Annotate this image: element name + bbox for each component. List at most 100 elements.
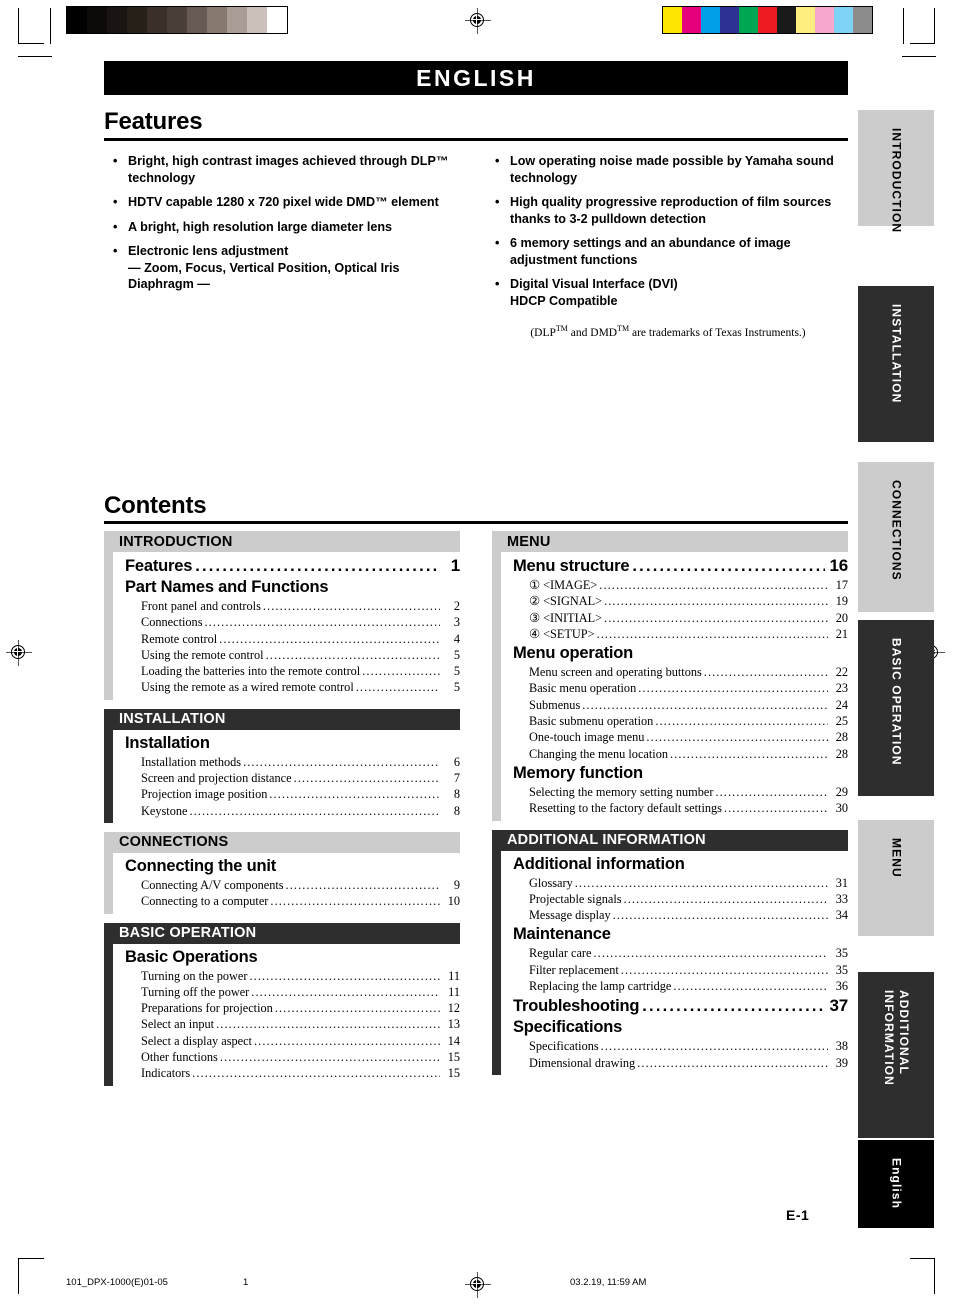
toc-entry[interactable]: ④ <SETUP>...............................…: [513, 626, 848, 642]
toc-entry[interactable]: Basic menu operation....................…: [513, 680, 848, 696]
toc-entry[interactable]: Resetting to the factory default setting…: [513, 800, 848, 816]
toc-leader-dots: ........................................…: [269, 787, 440, 802]
contents-column-right: MENU Menu structure......................…: [492, 531, 848, 1084]
toc-entry-heading[interactable]: Part Names and Functions: [125, 578, 460, 597]
toc-entry[interactable]: Installation methods....................…: [125, 754, 460, 770]
toc-entry-label: Changing the menu location: [529, 746, 668, 761]
footer-page-number: 1: [243, 1277, 249, 1288]
thumb-tab-label: MENU: [889, 838, 904, 878]
toc-entry-heading[interactable]: Additional information: [513, 855, 848, 874]
toc-entry-heading[interactable]: Specifications: [513, 1018, 848, 1037]
toc-entry[interactable]: Remote control..........................…: [125, 631, 460, 647]
toc-entry-label: Loading the batteries into the remote co…: [141, 664, 361, 679]
toc-entry[interactable]: Select a display aspect.................…: [125, 1033, 460, 1049]
toc-entry[interactable]: Menu screen and operating buttons.......…: [513, 664, 848, 680]
toc-leader-dots: ........................................…: [265, 647, 440, 662]
thumb-tab[interactable]: BASIC OPERATION: [858, 620, 934, 796]
toc-entry-heading[interactable]: Features................................…: [125, 556, 460, 576]
toc-group: INTRODUCTION Features....................…: [104, 531, 460, 700]
toc-group-header[interactable]: ADDITIONAL INFORMATION: [492, 829, 848, 851]
toc-entry[interactable]: ③ <INITIAL>.............................…: [513, 610, 848, 626]
toc-group: INSTALLATION Installation Installation met…: [104, 708, 460, 823]
toc-entry[interactable]: Connections.............................…: [125, 614, 460, 630]
toc-entry-heading[interactable]: Menu operation: [513, 644, 848, 663]
toc-group-header[interactable]: MENU: [492, 531, 848, 552]
toc-entry-heading[interactable]: Maintenance: [513, 925, 848, 944]
toc-entry-heading[interactable]: Connecting the unit: [125, 857, 460, 876]
thumb-tab[interactable]: CONNECTIONS: [858, 462, 934, 612]
toc-entry-label: Submenus: [529, 697, 581, 712]
toc-entry[interactable]: Replacing the lamp cartridge............…: [513, 978, 848, 994]
toc-group-header[interactable]: INTRODUCTION: [104, 531, 460, 552]
toc-entry[interactable]: Loading the batteries into the remote co…: [125, 663, 460, 679]
toc-entry-page: 11: [448, 984, 460, 999]
toc-entry[interactable]: Regular care............................…: [513, 945, 848, 961]
bullet-icon: •: [113, 219, 118, 234]
toc-entry[interactable]: One-touch image menu....................…: [513, 729, 848, 745]
toc-entry-heading[interactable]: Installation: [125, 734, 460, 753]
toc-entry-page: 14: [447, 1033, 460, 1048]
toc-entry[interactable]: Message display.........................…: [513, 907, 848, 923]
toc-entry[interactable]: Front panel and controls................…: [125, 598, 460, 614]
toc-entry-page: 15: [447, 1050, 460, 1065]
toc-group-header[interactable]: INSTALLATION: [104, 708, 460, 730]
toc-entry[interactable]: Indicators..............................…: [125, 1065, 460, 1081]
toc-entry[interactable]: Keystone................................…: [125, 803, 460, 819]
toc-entry[interactable]: Basic submenu operation.................…: [513, 713, 848, 729]
toc-entry-page: 5: [453, 664, 460, 679]
feature-item-subtext: HDCP Compatible: [510, 293, 618, 308]
thumb-tab-label: INSTALLATION: [889, 304, 904, 404]
toc-entry-page: 15: [447, 1066, 460, 1081]
thumb-tab[interactable]: INSTALLATION: [858, 286, 934, 442]
toc-entry-page: 12: [447, 1001, 460, 1016]
toc-entry[interactable]: Changing the menu location..............…: [513, 746, 848, 762]
toc-entry-label: Keystone: [141, 803, 188, 818]
toc-entry[interactable]: Turning off the power...................…: [125, 984, 460, 1000]
toc-entry[interactable]: Screen and projection distance..........…: [125, 770, 460, 786]
toc-entry-heading[interactable]: Basic Operations: [125, 948, 460, 967]
features-heading: Features: [104, 108, 203, 135]
toc-entry-heading[interactable]: Troubleshooting.........................…: [513, 996, 848, 1016]
toc-entry[interactable]: Other functions.........................…: [125, 1049, 460, 1065]
toc-entry-label: Using the remote control: [141, 647, 264, 662]
toc-entry-page: 39: [835, 1055, 848, 1070]
toc-entry-heading[interactable]: Menu structure..........................…: [513, 556, 848, 576]
toc-entry[interactable]: Turning on the power....................…: [125, 968, 460, 984]
thumb-tab[interactable]: ADDITIONAL INFORMATION: [858, 972, 934, 1138]
toc-entry[interactable]: Preparations for projection.............…: [125, 1000, 460, 1016]
toc-group-header[interactable]: BASIC OPERATION: [104, 922, 460, 944]
toc-entry[interactable]: Using the remote as a wired remote contr…: [125, 679, 460, 695]
toc-entry[interactable]: Select an input.........................…: [125, 1016, 460, 1032]
toc-entry-page: 23: [835, 681, 848, 696]
toc-entry-label: Basic menu operation: [529, 681, 637, 696]
thumb-tab[interactable]: INTRODUCTION: [858, 110, 934, 233]
thumb-tab-label: ADDITIONAL INFORMATION: [882, 990, 911, 1086]
toc-entry[interactable]: Selecting the memory setting number.....…: [513, 784, 848, 800]
toc-entry[interactable]: Glossary................................…: [513, 875, 848, 891]
toc-entry-label: Preparations for projection: [141, 1001, 273, 1016]
toc-leader-dots: ........................................…: [593, 946, 828, 961]
toc-leader-dots: ........................................…: [204, 615, 440, 630]
toc-entry[interactable]: Connecting A/V components...............…: [125, 877, 460, 893]
toc-group: BASIC OPERATION Basic Operations Turning o…: [104, 922, 460, 1086]
toc-entry-page: 35: [835, 946, 848, 961]
thumb-tab[interactable]: English: [858, 1140, 934, 1228]
toc-entry[interactable]: Submenus................................…: [513, 697, 848, 713]
toc-entry[interactable]: Filter replacement......................…: [513, 962, 848, 978]
trademark-note-part: and DMD: [567, 326, 618, 339]
toc-entry-page: 17: [835, 578, 848, 592]
toc-entry[interactable]: Projectable signals.....................…: [513, 891, 848, 907]
toc-group-header[interactable]: CONNECTIONS: [104, 831, 460, 853]
toc-entry[interactable]: Connecting to a computer................…: [125, 893, 460, 909]
toc-entry[interactable]: Dimensional drawing.....................…: [513, 1055, 848, 1071]
toc-entry-label: Projection image position: [141, 787, 268, 802]
toc-entry[interactable]: ② <SIGNAL>..............................…: [513, 593, 848, 609]
toc-entry[interactable]: ① <IMAGE>...............................…: [513, 577, 848, 593]
thumb-tab[interactable]: MENU: [858, 820, 934, 936]
toc-entry[interactable]: Projection image position...............…: [125, 786, 460, 802]
toc-entry[interactable]: Using the remote control................…: [125, 647, 460, 663]
toc-leader-dots: ........................................…: [249, 968, 440, 983]
toc-entry-heading[interactable]: Memory function: [513, 764, 848, 783]
toc-entry[interactable]: Specifications..........................…: [513, 1038, 848, 1054]
toc-group-body: Connecting the unit Connecting A/V compon…: [104, 852, 460, 914]
